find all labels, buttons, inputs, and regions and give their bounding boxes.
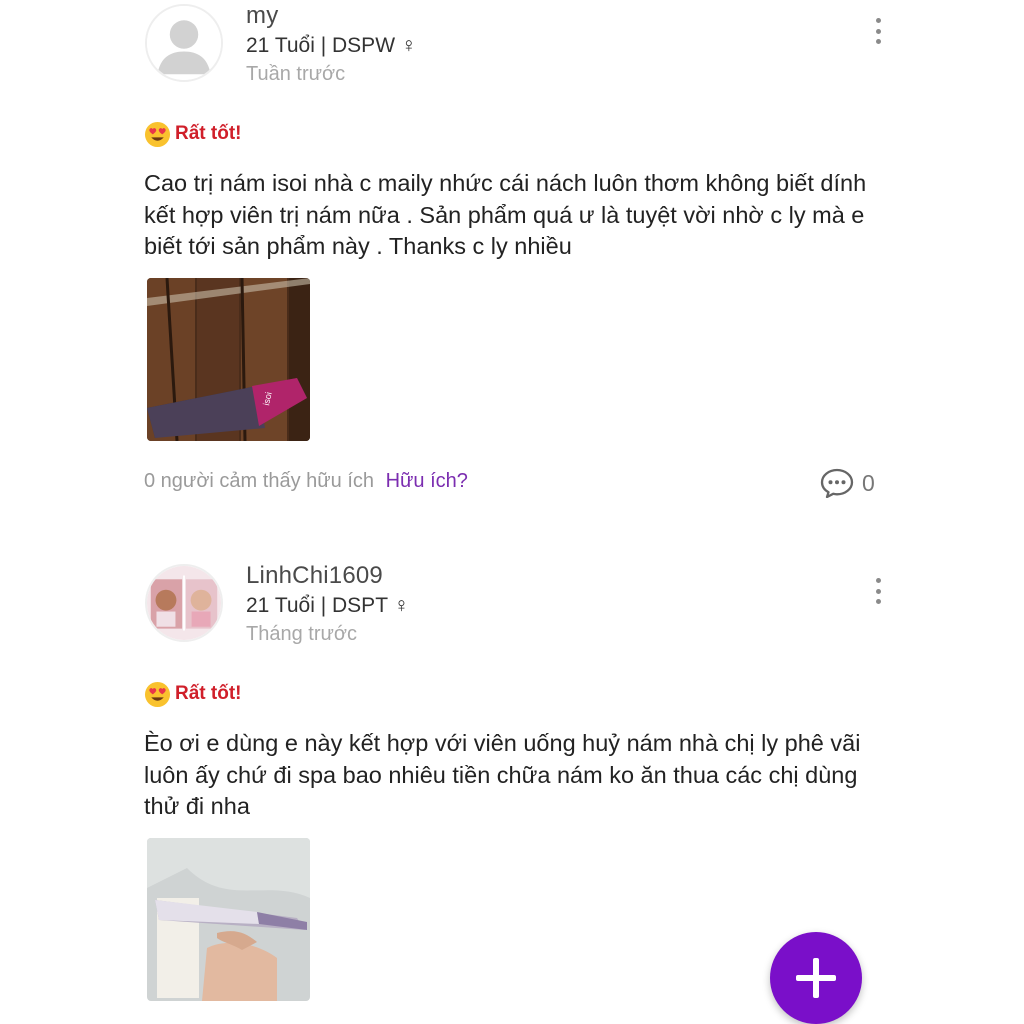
add-review-button[interactable] <box>770 932 862 1024</box>
review-photo[interactable]: isoi <box>147 278 310 441</box>
avatar[interactable] <box>145 564 223 642</box>
review-text: Cao trị nám isoi nhà c maily nhức cái ná… <box>144 170 867 259</box>
reviews-page: my 21 Tuổi | DSPW ♀ Tuần trước Rất tốt! … <box>0 0 1024 1024</box>
avatar-photo <box>147 566 221 640</box>
helpful-count: 0 người cảm thấy hữu ích <box>144 470 374 492</box>
smiling-heart-eyes-emoji-icon <box>144 121 171 148</box>
more-vertical-icon[interactable] <box>866 574 890 608</box>
review-photo[interactable] <box>147 838 310 1001</box>
rating-label: Rất tốt! <box>175 123 242 144</box>
more-vertical-icon[interactable] <box>866 14 890 48</box>
default-user-icon <box>147 6 221 80</box>
reviewer-meta: 21 Tuổi | DSPW ♀ <box>246 34 417 57</box>
review-time: Tuần trước <box>246 63 346 85</box>
avatar-placeholder[interactable] <box>145 4 223 82</box>
helpful-row: 0 người cảm thấy hữu ích Hữu ích? <box>144 470 468 493</box>
comment-count: 0 <box>862 469 875 496</box>
plus-icon <box>796 958 836 998</box>
smiling-heart-eyes-emoji-icon <box>144 681 171 708</box>
review-time: Tháng trước <box>246 623 357 645</box>
rating: Rất tốt! <box>144 120 241 148</box>
comment-button[interactable]: 0 <box>820 466 875 500</box>
comment-bubble-icon <box>820 468 854 498</box>
helpful-link[interactable]: Hữu ích? <box>386 470 468 492</box>
reviewer-name[interactable]: LinhChi1609 <box>246 562 383 590</box>
reviewer-name[interactable]: my <box>246 2 278 30</box>
rating: Rất tốt! <box>144 680 241 708</box>
reviewer-meta: 21 Tuổi | DSPT ♀ <box>246 594 410 617</box>
rating-label: Rất tốt! <box>175 683 242 704</box>
review-text: Èo ơi e dùng e này kết hợp với viên uống… <box>144 730 861 819</box>
